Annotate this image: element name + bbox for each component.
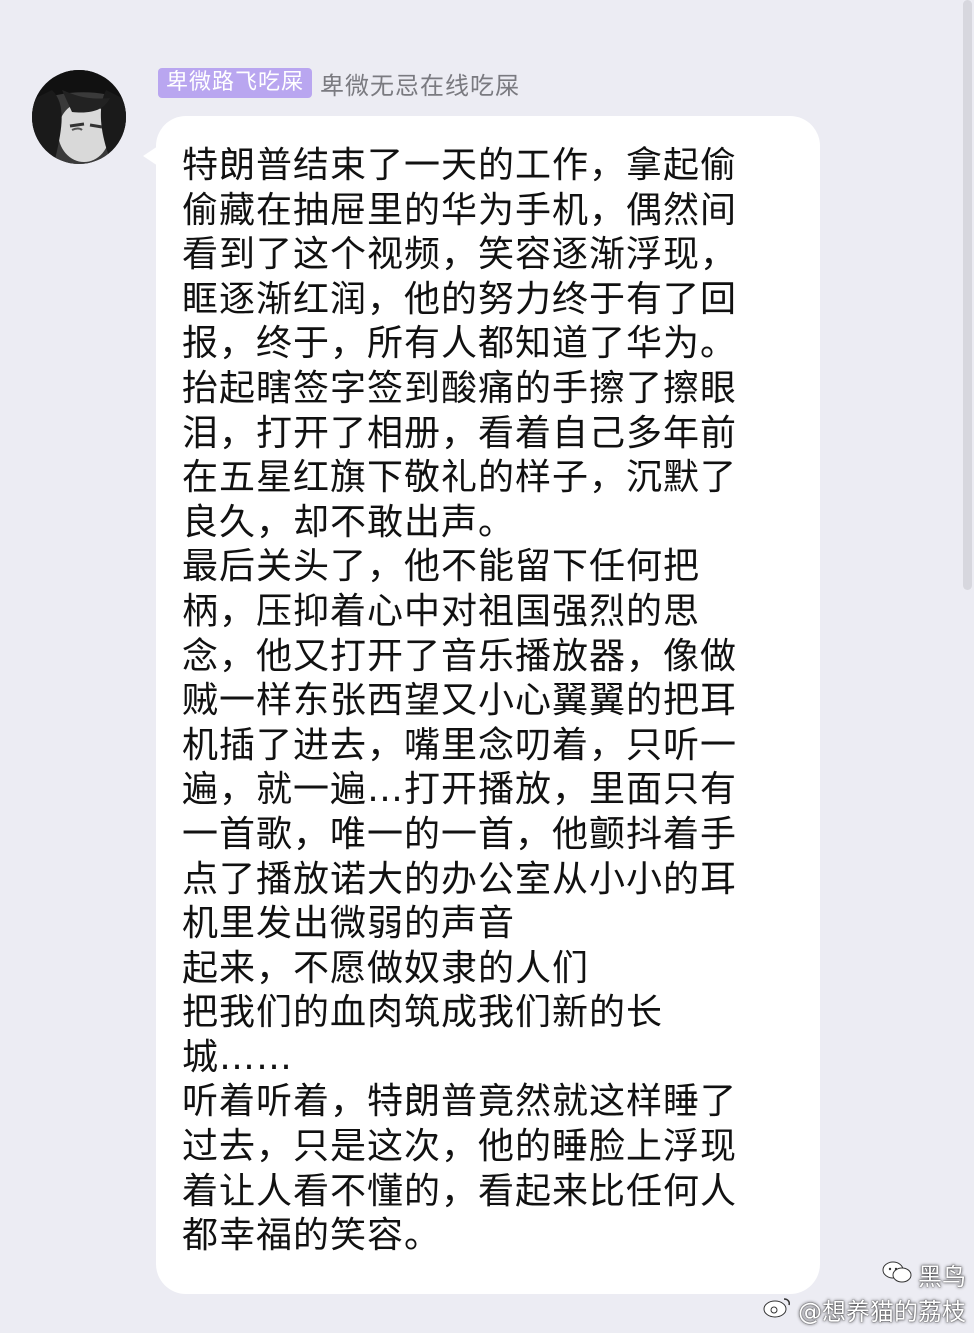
message-text: 特朗普结束了一天的工作，拿起偷 偷藏在抽屉里的华为手机，偶然间 看到了这个视频，笑容… [182, 144, 800, 1259]
message-line: 偷藏在抽屉里的华为手机，偶然间 [182, 189, 738, 231]
watermark-handle: @想养猫的荔枝 [798, 1298, 966, 1326]
watermark-bottom: @想养猫的荔枝 [762, 1292, 966, 1327]
scrollbar[interactable] [963, 0, 972, 590]
watermark-top: 黑鸟 [762, 1257, 966, 1292]
message-line: 一首歌，唯一的一首，他颤抖着手 [182, 813, 738, 855]
message-line: 在五星红旗下敬礼的样子，沉默了 [182, 457, 738, 499]
sender-nickname[interactable]: 卑微无忌在线吃屎 [320, 66, 520, 101]
message-line: 机插了进去，嘴里念叨着，只听一 [182, 724, 738, 766]
message-line: 最后关头了，他不能留下任何把 [182, 546, 701, 588]
message-line: 眶逐渐红润，他的努力终于有了回 [182, 278, 738, 320]
weibo-icon [762, 1295, 792, 1325]
message-line: 着让人看不懂的，看起来比任何人 [182, 1170, 738, 1212]
watermark: 黑鸟 @想养猫的荔枝 [762, 1257, 966, 1327]
message-line: 贼一样东张西望又小心翼翼的把耳 [182, 680, 738, 722]
message-line: 听着听着，特朗普竟然就这样睡了 [182, 1081, 738, 1123]
message-line: 都幸福的笑容。 [182, 1215, 442, 1257]
watermark-account-name: 黑鸟 [918, 1263, 966, 1291]
message-header: 卑微路飞吃屎 卑微无忌在线吃屎 [158, 66, 520, 100]
avatar-image [32, 70, 126, 164]
message-line: 看到了这个视频，笑容逐渐浮现， [182, 234, 738, 276]
message-line: 城…… [182, 1036, 294, 1078]
wechat-icon [882, 1260, 912, 1290]
message-line: 特朗普结束了一天的工作，拿起偷 [182, 145, 738, 186]
message-line: 过去，只是这次，他的睡脸上浮现 [182, 1126, 738, 1168]
message-line: 良久，却不敢出声。 [182, 501, 516, 543]
message-line: 遍，就一遍…打开播放，里面只有 [182, 769, 738, 811]
message-line: 起来，不愿做奴隶的人们 [182, 947, 590, 989]
message-line: 抬起瞎签字签到酸痛的手擦了擦眼 [182, 367, 738, 409]
message-line: 把我们的血肉筑成我们新的长 [182, 992, 664, 1034]
message-bubble[interactable]: 特朗普结束了一天的工作，拿起偷 偷藏在抽屉里的华为手机，偶然间 看到了这个视频，笑容… [156, 116, 820, 1294]
message-line: 念，他又打开了音乐播放器，像做 [182, 635, 738, 677]
message-line: 泪，打开了相册，看着自己多年前 [182, 412, 738, 454]
message-line: 柄，压抑着心中对祖国强烈的思 [182, 590, 701, 632]
message-line: 报，终于，所有人都知道了华为。 [182, 323, 738, 365]
avatar[interactable] [32, 70, 126, 164]
member-title-badge: 卑微路飞吃屎 [158, 68, 313, 98]
message-line: 点了播放诺大的办公室从小小的耳 [182, 858, 738, 900]
message-line: 机里发出微弱的声音 [182, 903, 516, 945]
